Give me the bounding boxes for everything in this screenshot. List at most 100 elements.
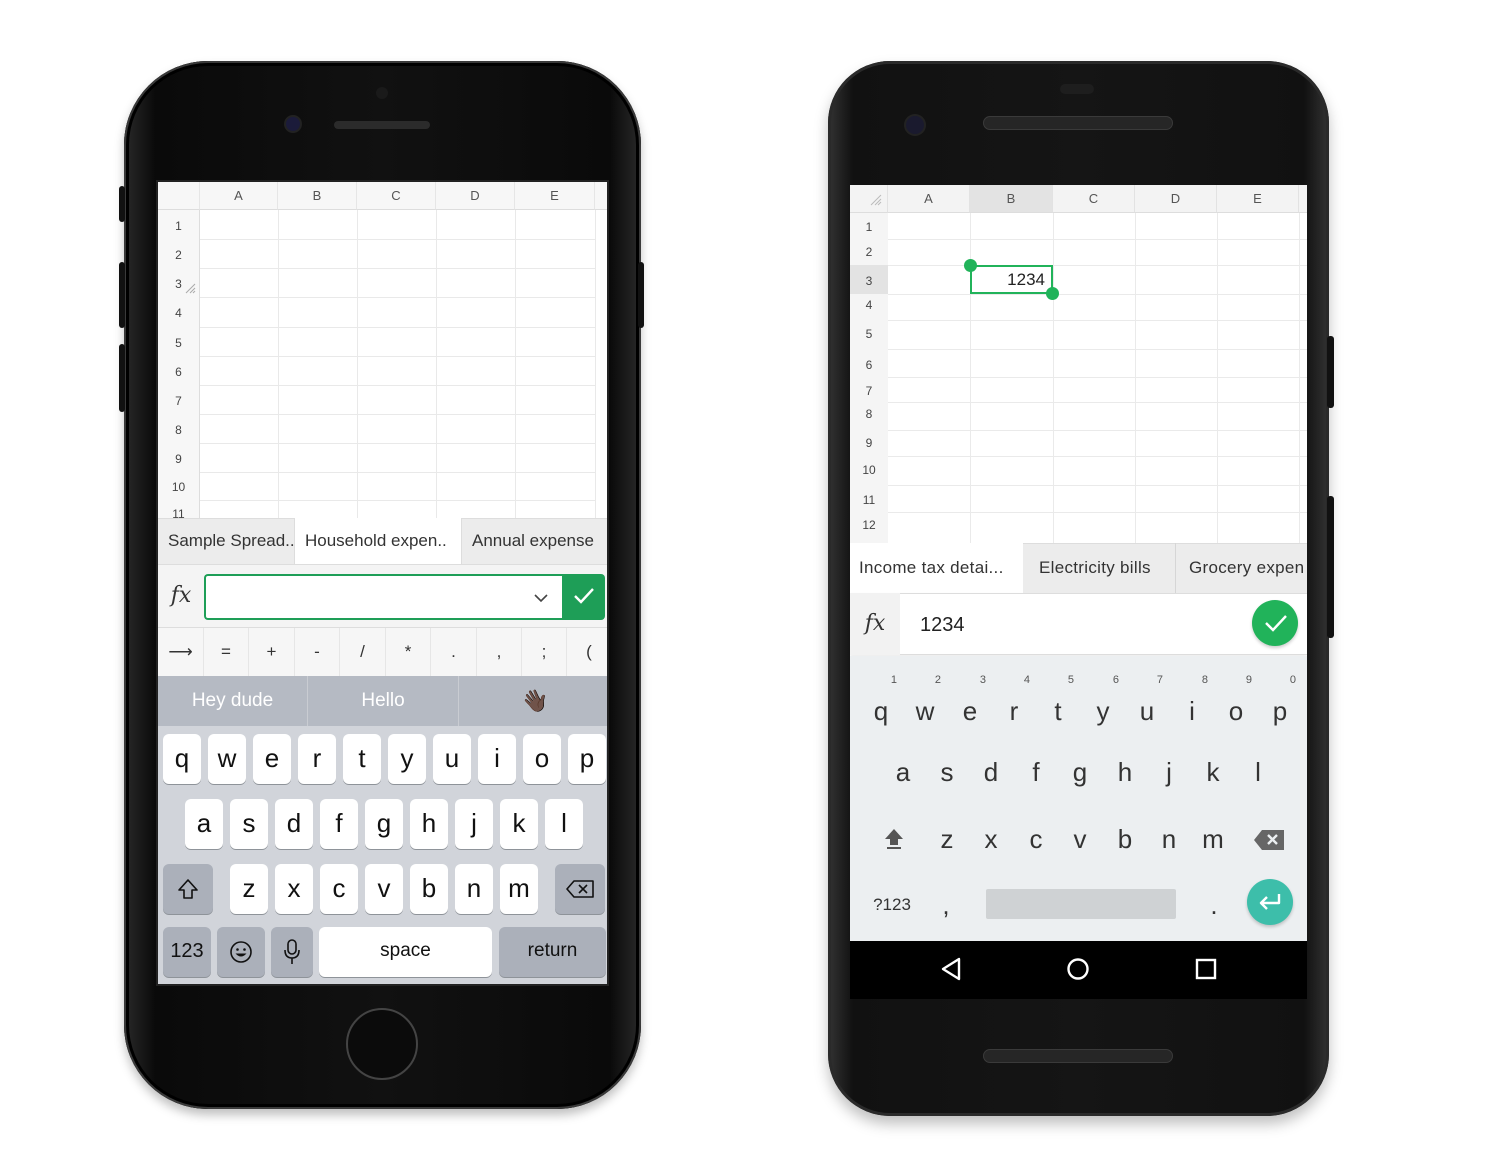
selection-handle-end[interactable] — [1046, 287, 1059, 300]
selection-handle-start[interactable] — [964, 259, 977, 272]
space-key[interactable] — [986, 889, 1176, 919]
row-header-2[interactable]: 2 — [850, 239, 888, 265]
row-header-4[interactable]: 4 — [158, 297, 200, 327]
row-header-9[interactable]: 9 — [850, 430, 888, 456]
row-header-1[interactable]: 1 — [158, 210, 200, 239]
key-k[interactable]: k — [500, 799, 538, 849]
key-y[interactable]: y6 — [1081, 674, 1125, 737]
sheet-tab-income-tax[interactable]: Income tax detai... — [850, 543, 1023, 593]
numbers-key[interactable]: 123 — [163, 927, 211, 977]
row-header-6[interactable]: 6 — [158, 356, 200, 385]
column-header-c[interactable]: C — [357, 182, 436, 210]
row-header-11[interactable]: 11 — [850, 485, 888, 512]
confirm-formula-button[interactable] — [562, 574, 605, 620]
key-h[interactable]: h — [1103, 742, 1147, 798]
chevron-down-icon[interactable] — [534, 593, 548, 603]
key-y[interactable]: y — [388, 734, 426, 784]
home-button[interactable] — [346, 1008, 418, 1080]
symbol-key-arrow[interactable]: ⟶ — [158, 628, 204, 676]
key-o[interactable]: o — [523, 734, 561, 784]
key-t[interactable]: t — [343, 734, 381, 784]
row-header-7[interactable]: 7 — [158, 385, 200, 414]
formula-input[interactable] — [204, 574, 562, 620]
selected-cell-b3[interactable]: 1234 — [970, 265, 1053, 294]
row-header-8[interactable]: 8 — [158, 414, 200, 443]
key-g[interactable]: g — [1058, 742, 1102, 798]
resize-handle-icon[interactable] — [184, 282, 196, 294]
column-header-e[interactable]: E — [515, 182, 595, 210]
column-header-c[interactable]: C — [1053, 185, 1135, 213]
key-d[interactable]: d — [275, 799, 313, 849]
key-x[interactable]: x — [969, 809, 1013, 865]
corner-cell[interactable] — [158, 182, 200, 210]
key-a[interactable]: a — [185, 799, 223, 849]
key-z[interactable]: z — [230, 864, 268, 914]
row-header-3[interactable]: 3 — [850, 265, 888, 294]
row-header-5[interactable]: 5 — [158, 327, 200, 356]
key-i[interactable]: i8 — [1170, 674, 1214, 737]
column-header-a[interactable]: A — [888, 185, 970, 213]
key-b[interactable]: b — [1103, 809, 1147, 865]
formula-input[interactable]: 1234 — [920, 593, 1220, 655]
symbol-key-asterisk[interactable]: * — [386, 628, 431, 676]
row-header-10[interactable]: 10 — [850, 456, 888, 485]
key-t[interactable]: t5 — [1036, 674, 1080, 737]
row-header-4[interactable]: 4 — [850, 294, 888, 320]
key-f[interactable]: f — [1014, 742, 1058, 798]
row-header-6[interactable]: 6 — [850, 349, 888, 377]
symbol-key-minus[interactable]: - — [295, 628, 340, 676]
key-v[interactable]: v — [1058, 809, 1102, 865]
comma-key[interactable]: , — [924, 875, 968, 931]
delete-key[interactable] — [1247, 809, 1293, 865]
column-header-d[interactable]: D — [436, 182, 515, 210]
sheet-tab-electricity-bills[interactable]: Electricity bills — [1030, 543, 1174, 593]
key-q[interactable]: q — [163, 734, 201, 784]
key-s[interactable]: s — [925, 742, 969, 798]
key-u[interactable]: u7 — [1125, 674, 1169, 737]
delete-key[interactable] — [555, 864, 605, 914]
suggestion-wave-emoji[interactable]: 👋🏿 — [459, 676, 607, 726]
shift-key[interactable] — [163, 864, 213, 914]
corner-cell[interactable] — [850, 185, 888, 213]
key-j[interactable]: j — [1147, 742, 1191, 798]
row-header-11[interactable]: 11 — [158, 500, 200, 518]
key-f[interactable]: f — [320, 799, 358, 849]
row-header-2[interactable]: 2 — [158, 239, 200, 268]
column-header-b[interactable]: B — [278, 182, 357, 210]
row-header-9[interactable]: 9 — [158, 443, 200, 472]
row-header-8[interactable]: 8 — [850, 402, 888, 430]
key-v[interactable]: v — [365, 864, 403, 914]
key-a[interactable]: a — [881, 742, 925, 798]
period-key[interactable]: . — [1192, 875, 1236, 931]
return-key[interactable]: return — [499, 927, 606, 977]
column-header-d[interactable]: D — [1135, 185, 1217, 213]
key-c[interactable]: c — [320, 864, 358, 914]
key-u[interactable]: u — [433, 734, 471, 784]
sheet-tab-grocery-expenses[interactable]: Grocery expen — [1180, 543, 1307, 593]
shift-key[interactable] — [872, 809, 916, 865]
sheet-tab-sample-spread[interactable]: Sample Spread.. — [158, 518, 294, 564]
sheet-tab-annual-expense[interactable]: Annual expense — [462, 518, 607, 564]
key-b[interactable]: b — [410, 864, 448, 914]
key-w[interactable]: w — [208, 734, 246, 784]
key-l[interactable]: l — [545, 799, 583, 849]
symbols-key[interactable]: ?123 — [868, 875, 916, 931]
home-icon[interactable] — [1066, 957, 1090, 981]
key-s[interactable]: s — [230, 799, 268, 849]
key-m[interactable]: m — [1191, 809, 1235, 865]
suggestion-hello[interactable]: Hello — [308, 676, 459, 726]
space-key[interactable]: space — [319, 927, 492, 977]
key-d[interactable]: d — [969, 742, 1013, 798]
key-c[interactable]: c — [1014, 809, 1058, 865]
key-k[interactable]: k — [1191, 742, 1235, 798]
key-e[interactable]: e3 — [948, 674, 992, 737]
enter-key[interactable] — [1247, 879, 1293, 925]
emoji-key[interactable] — [217, 927, 265, 977]
symbol-key-plus[interactable]: + — [249, 628, 295, 676]
microphone-key[interactable] — [271, 927, 313, 977]
key-h[interactable]: h — [410, 799, 448, 849]
key-m[interactable]: m — [500, 864, 538, 914]
key-r[interactable]: r — [298, 734, 336, 784]
symbol-key-semicolon[interactable]: ; — [522, 628, 567, 676]
row-header-10[interactable]: 10 — [158, 472, 200, 500]
